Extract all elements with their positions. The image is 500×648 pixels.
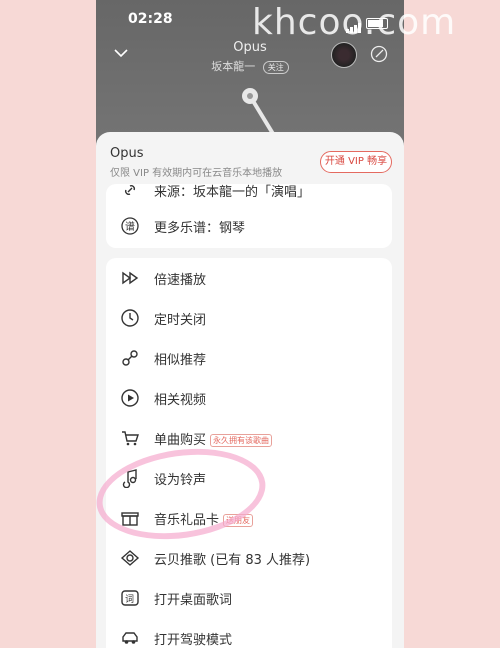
menu-item-playback-speed[interactable]: 倍速播放 bbox=[106, 258, 392, 298]
menu-item-buy-single[interactable]: 单曲购买 永久拥有该歌曲 bbox=[106, 418, 392, 458]
menu-item-gift-card[interactable]: 音乐礼品卡 送朋友 bbox=[106, 498, 392, 538]
permanent-own-badge: 永久拥有该歌曲 bbox=[210, 434, 273, 447]
menu-item-more-scores[interactable]: 谱 更多乐谱：钢琴 bbox=[106, 206, 392, 246]
menu-item-label: 相似推荐 bbox=[154, 353, 207, 368]
send-friends-badge: 送朋友 bbox=[223, 514, 254, 527]
svg-text:词: 词 bbox=[125, 594, 134, 605]
similar-icon bbox=[122, 350, 138, 366]
menu-item-related-videos[interactable]: 相关视频 bbox=[106, 378, 392, 418]
menu-item-set-ringtone[interactable]: 设为铃声 bbox=[106, 458, 392, 498]
menu-item-label: 单曲购买 永久拥有该歌曲 bbox=[154, 429, 273, 448]
menu-item-sleep-timer[interactable]: 定时关闭 bbox=[106, 298, 392, 338]
menu-item-label: 定时关闭 bbox=[154, 313, 207, 328]
phone-screen: 02:28 Opus 坂本龍一 关注 Opus 仅限 VIP 有效期内可在云音乐… bbox=[96, 0, 404, 648]
clock-icon bbox=[121, 309, 139, 327]
follow-button[interactable]: 关注 bbox=[262, 60, 289, 74]
menu-item-label: 设为铃声 bbox=[154, 473, 207, 488]
menu-item-label: 更多乐谱：钢琴 bbox=[154, 221, 246, 236]
share-icon[interactable] bbox=[370, 45, 388, 63]
vip-song-title: Opus bbox=[110, 146, 144, 161]
watermark-text: khcoo.com bbox=[252, 2, 457, 43]
ringtone-icon bbox=[122, 469, 137, 488]
artist-row: 坂本龍一 关注 bbox=[96, 58, 404, 74]
cart-icon bbox=[122, 431, 139, 446]
menu-item-label: 倍速播放 bbox=[154, 273, 207, 288]
video-icon bbox=[121, 389, 139, 407]
score-icon: 谱 bbox=[121, 217, 139, 235]
menu-item-label: 打开桌面歌词 bbox=[154, 593, 233, 608]
menu-item-driving-mode[interactable]: 打开驾驶模式 bbox=[106, 618, 392, 648]
car-icon bbox=[122, 632, 138, 644]
menu-item-cloud-coin-promote[interactable]: 云贝推歌 (已有 83 人推荐) bbox=[106, 538, 392, 578]
menu-item-text: 单曲购买 bbox=[154, 433, 207, 448]
menu-item-desktop-lyrics[interactable]: 词 打开桌面歌词 bbox=[106, 578, 392, 618]
cloud-coin-icon bbox=[120, 550, 140, 566]
artist-name[interactable]: 坂本龍一 bbox=[211, 60, 255, 73]
status-time: 02:28 bbox=[128, 11, 173, 27]
menu-item-label: 音乐礼品卡 送朋友 bbox=[154, 509, 254, 528]
menu-item-similar[interactable]: 相似推荐 bbox=[106, 338, 392, 378]
more-options-sheet: Opus 仅限 VIP 有效期内可在云音乐本地播放 开通 VIP 畅享 来源：坂… bbox=[96, 132, 404, 648]
source-card: 来源：坂本龍一的「演唱」 谱 更多乐谱：钢琴 bbox=[106, 184, 392, 248]
speed-icon bbox=[122, 271, 139, 285]
lyrics-icon: 词 bbox=[121, 590, 139, 606]
menu-item-label: 打开驾驶模式 bbox=[154, 633, 233, 648]
menu-item-label: 云贝推歌 (已有 83 人推荐) bbox=[154, 553, 311, 568]
gift-icon bbox=[121, 512, 139, 526]
menu-item-label: 相关视频 bbox=[154, 393, 207, 408]
link-icon bbox=[125, 185, 135, 195]
avatar[interactable] bbox=[331, 42, 357, 68]
svg-text:谱: 谱 bbox=[125, 220, 135, 233]
options-card: 倍速播放 定时关闭 相似推荐 相关视频 单曲购买 永久拥有该歌曲 设为铃声 音乐… bbox=[106, 258, 392, 648]
menu-item-source[interactable]: 来源：坂本龍一的「演唱」 bbox=[106, 170, 392, 210]
menu-item-label: 来源：坂本龍一的「演唱」 bbox=[154, 185, 311, 200]
menu-item-text: 音乐礼品卡 bbox=[154, 513, 220, 528]
